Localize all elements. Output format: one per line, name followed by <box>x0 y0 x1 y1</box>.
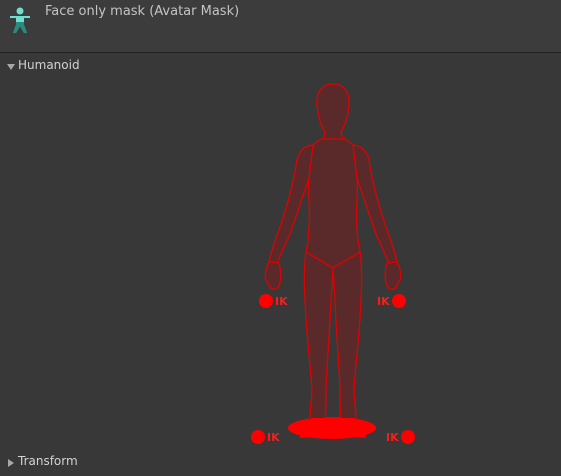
left-leg-part[interactable] <box>303 251 334 435</box>
chevron-down-icon[interactable] <box>6 62 16 72</box>
transform-foldout[interactable]: Transform <box>0 452 561 472</box>
inspector-header: Face only mask (Avatar Mask) <box>0 0 561 53</box>
ik-left-foot[interactable]: IK <box>251 430 280 444</box>
right-hand-part[interactable] <box>384 261 402 290</box>
head-part[interactable] <box>316 83 350 141</box>
humanoid-label: Humanoid <box>18 58 80 72</box>
left-arm-part[interactable] <box>268 144 314 265</box>
humanoid-foldout[interactable]: Humanoid <box>0 56 561 76</box>
ik-left-hand[interactable]: IK <box>259 294 288 308</box>
right-leg-part[interactable] <box>332 251 363 435</box>
transform-label: Transform <box>18 454 78 468</box>
ik-right-hand-label: IK <box>377 295 390 308</box>
asset-title: Face only mask (Avatar Mask) <box>45 4 240 19</box>
ik-right-hand[interactable]: IK <box>377 294 406 308</box>
torso-part[interactable] <box>305 138 361 269</box>
ik-left-hand-label: IK <box>275 295 288 308</box>
chevron-right-icon[interactable] <box>6 458 16 468</box>
avatar-mask-icon <box>10 7 30 33</box>
ik-right-foot-label: IK <box>386 431 399 444</box>
ik-right-foot[interactable]: IK <box>386 430 415 444</box>
left-hand-part[interactable] <box>264 261 282 290</box>
ik-left-foot-label: IK <box>267 431 280 444</box>
right-arm-part[interactable] <box>352 144 398 265</box>
